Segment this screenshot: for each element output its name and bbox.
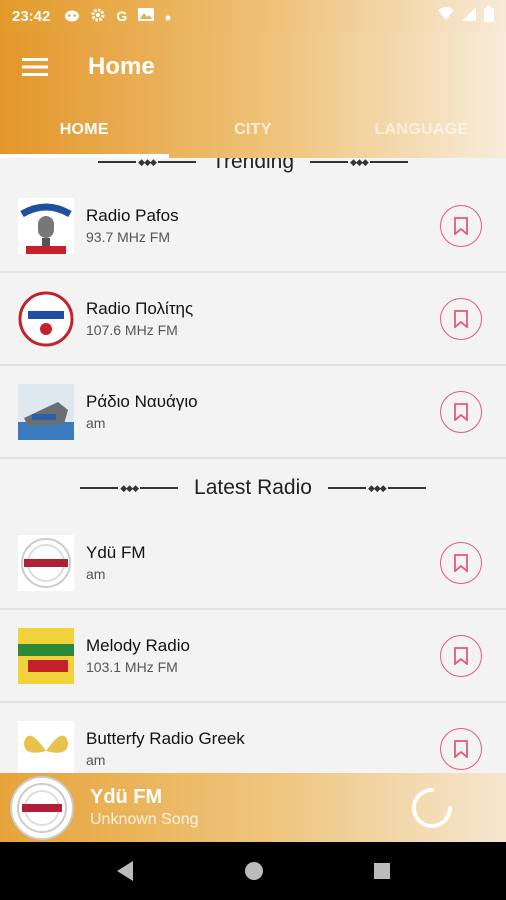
notification-icon xyxy=(64,8,80,25)
bookmark-button[interactable] xyxy=(440,204,482,247)
list-item[interactable]: Ydü FM am xyxy=(0,517,506,610)
station-logo xyxy=(18,291,74,347)
hamburger-menu-icon[interactable] xyxy=(0,32,70,102)
list-item[interactable]: Butterfy Radio Greek am xyxy=(0,703,506,773)
loading-spinner-icon[interactable] xyxy=(410,786,454,830)
list-item[interactable]: Radio Pafos 93.7 MHz FM xyxy=(0,180,506,273)
tab-language[interactable]: LANGUAGE xyxy=(337,102,506,158)
station-logo xyxy=(18,534,74,591)
ornament-right: ◆◆◆ xyxy=(310,158,408,168)
wifi-icon xyxy=(438,7,454,25)
recents-icon[interactable] xyxy=(373,862,391,880)
settings-icon xyxy=(90,7,106,26)
signal-icon xyxy=(462,7,476,25)
player-song-title: Unknown Song xyxy=(90,811,199,828)
ornament-left: ◆◆◆ xyxy=(98,158,196,168)
bookmark-icon xyxy=(454,309,468,328)
list-item[interactable]: Melody Radio 103.1 MHz FM xyxy=(0,610,506,703)
bookmark-icon xyxy=(454,553,468,572)
content-list[interactable]: ◆◆◆ Trending ◆◆◆ Radio Pafos 93.7 MHz FM xyxy=(0,158,506,773)
bookmark-button[interactable] xyxy=(440,541,482,584)
bookmark-button[interactable] xyxy=(440,297,482,340)
home-icon[interactable] xyxy=(244,861,264,881)
dot-icon xyxy=(165,8,171,24)
section-title-latest: Latest Radio xyxy=(194,476,312,499)
bookmark-button[interactable] xyxy=(440,390,482,433)
battery-icon xyxy=(484,6,494,26)
station-logo xyxy=(18,383,74,440)
system-nav-bar xyxy=(0,842,506,900)
mini-player[interactable]: Ydü FM Unknown Song xyxy=(0,773,506,842)
back-icon[interactable] xyxy=(115,860,135,882)
list-item[interactable]: Radio Πολίτης 107.6 MHz FM xyxy=(0,273,506,366)
app-bar: Home xyxy=(0,32,506,102)
station-logo xyxy=(18,720,74,773)
bookmark-icon xyxy=(454,216,468,235)
list-item[interactable]: Ράδιο Ναυάγιο am xyxy=(0,366,506,459)
bookmark-button[interactable] xyxy=(440,727,482,770)
google-icon: G xyxy=(116,8,128,24)
tab-home[interactable]: HOME xyxy=(0,102,169,158)
section-header-latest: ◆◆◆ Latest Radio ◆◆◆ xyxy=(0,459,506,517)
section-title-trending: Trending xyxy=(211,158,295,173)
bookmark-icon xyxy=(454,646,468,665)
tab-bar: HOME CITY LANGUAGE xyxy=(0,102,506,158)
ornament-left: ◆◆◆ xyxy=(80,483,179,494)
status-bar: 23:42 G xyxy=(0,0,506,32)
bookmark-button[interactable] xyxy=(440,634,482,677)
status-time: 23:42 xyxy=(12,7,51,25)
station-logo xyxy=(18,627,74,684)
player-station-logo xyxy=(10,775,74,840)
bookmark-icon xyxy=(454,739,468,758)
station-logo xyxy=(18,197,74,254)
page-title: Home xyxy=(88,53,155,80)
section-header-trending: ◆◆◆ Trending ◆◆◆ xyxy=(0,158,506,180)
ornament-right: ◆◆◆ xyxy=(327,483,426,494)
bookmark-icon xyxy=(454,402,468,421)
gallery-icon xyxy=(137,7,155,25)
tab-city[interactable]: CITY xyxy=(169,102,338,158)
player-station-name: Ydü FM xyxy=(90,786,163,808)
